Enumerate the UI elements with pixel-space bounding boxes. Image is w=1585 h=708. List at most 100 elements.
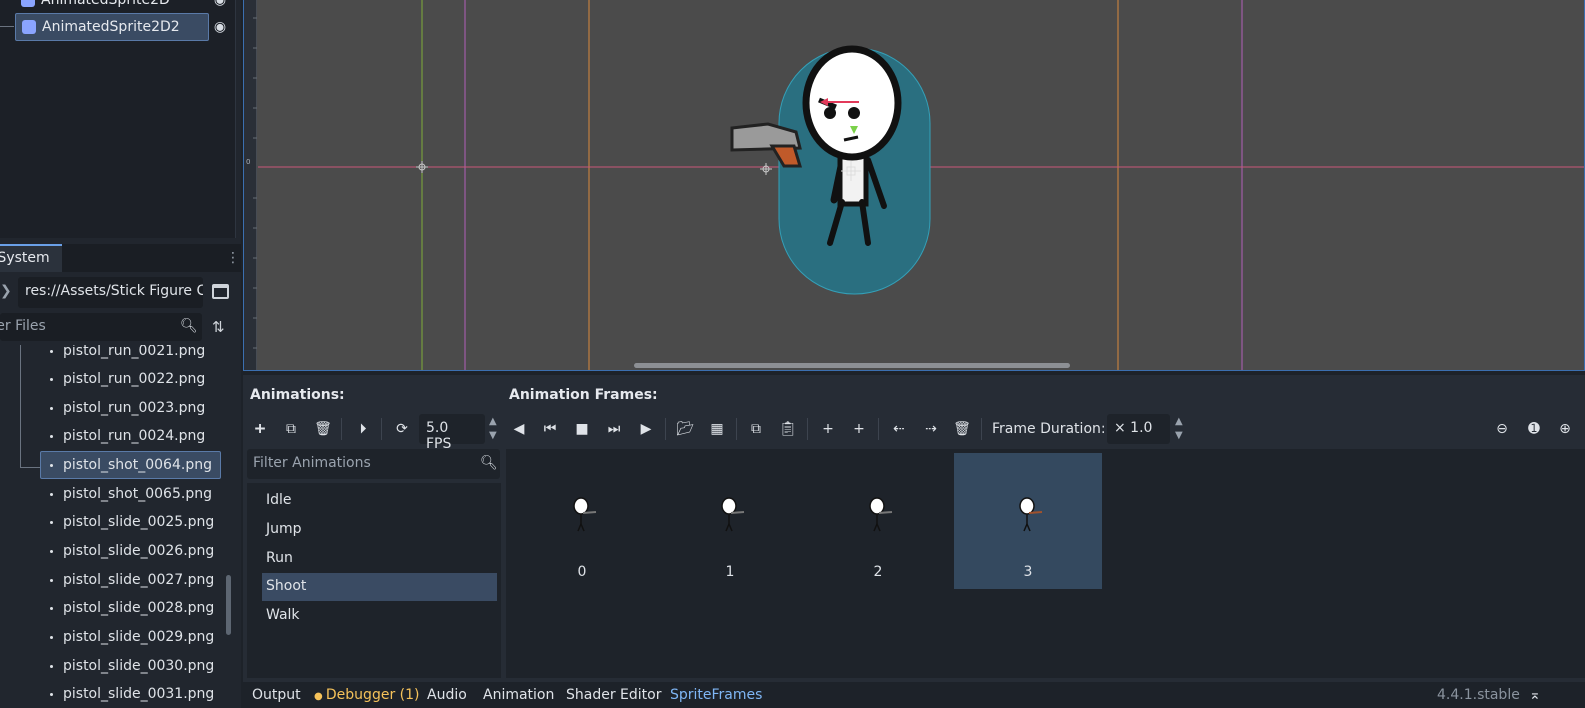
tab-audio[interactable]: Audio xyxy=(427,687,467,703)
autoplay-on-load-icon[interactable]: ⏵ xyxy=(352,418,374,440)
left-dock: AnimatedSprite2D ◉ AnimatedSprite2D2 ◉ F… xyxy=(0,0,241,708)
play-backwards-icon[interactable]: ◀ xyxy=(508,418,530,440)
animations-title: Animations: xyxy=(250,387,345,403)
file-item[interactable]: pistol_run_0022.png xyxy=(40,365,221,393)
toolbar-separator xyxy=(381,418,382,440)
canvas-viewport[interactable]: 0 xyxy=(243,0,1585,371)
frame-item-selected[interactable]: 3 xyxy=(954,453,1102,589)
frame-item[interactable]: 2 xyxy=(804,453,952,589)
file-name: pistol_shot_0064.png xyxy=(63,457,212,473)
file-item[interactable]: pistol_shot_0065.png xyxy=(40,480,221,508)
filter-files-input[interactable]: Filter Files xyxy=(0,313,202,341)
path-input[interactable]: res://Assets/Stick Figure C xyxy=(18,277,203,308)
file-item[interactable]: pistol_run_0024.png xyxy=(40,422,221,450)
tree-item-label: AnimatedSprite2D2 xyxy=(42,19,180,35)
frame-item[interactable]: 0 xyxy=(508,453,656,589)
move-frame-left-icon[interactable]: ⇠ xyxy=(888,418,910,440)
animation-list: Idle Jump Run Shoot Walk xyxy=(247,483,501,678)
file-name: pistol_slide_0026.png xyxy=(63,543,215,559)
file-name: pistol_run_0021.png xyxy=(63,345,206,359)
file-item[interactable]: pistol_run_0023.png xyxy=(40,394,221,422)
toggle-split-view-icon[interactable] xyxy=(212,284,229,299)
add-from-sprite-sheet-icon[interactable]: ▦ xyxy=(706,418,728,440)
ruler-ticks xyxy=(253,17,257,349)
play-backwards-from-end-icon[interactable]: ⏮ xyxy=(539,418,561,440)
chevron-right-icon[interactable]: ❯ xyxy=(0,283,12,299)
frame-thumbnail xyxy=(869,497,893,532)
tab-filesystem-label: FileSystem xyxy=(0,250,50,266)
fps-spinbox[interactable]: 5.0 FPS xyxy=(419,414,485,452)
file-list-scrollbar[interactable] xyxy=(226,575,231,635)
viewport-horizontal-scrollbar[interactable] xyxy=(634,363,1070,368)
kebab-menu-icon[interactable]: ⋮ xyxy=(226,250,240,266)
file-item[interactable]: pistol_slide_0025.png xyxy=(40,508,221,536)
chevron-up-icon[interactable]: ▲ xyxy=(489,416,497,427)
sort-icon[interactable]: ⇅ xyxy=(212,318,225,336)
frame-duration-spinbox[interactable]: × 1.0 xyxy=(1107,414,1170,444)
insert-empty-before-icon[interactable]: + xyxy=(817,418,839,440)
visibility-eye-icon[interactable]: ◉ xyxy=(212,0,228,8)
scene-tree: AnimatedSprite2D ◉ AnimatedSprite2D2 ◉ xyxy=(0,0,236,238)
file-item[interactable]: pistol_slide_0030.png xyxy=(40,652,221,680)
filter-animations-input[interactable]: Filter Animations xyxy=(247,449,500,479)
file-item[interactable]: pistol_slide_0027.png xyxy=(40,566,221,594)
loop-icon[interactable]: ⟳ xyxy=(391,418,413,440)
animation-item-jump[interactable]: Jump xyxy=(262,516,497,544)
play-icon[interactable]: ▶ xyxy=(635,418,657,440)
file-name: pistol_slide_0025.png xyxy=(63,514,215,530)
stop-icon[interactable]: ■ xyxy=(571,418,593,440)
tab-shader-editor[interactable]: Shader Editor xyxy=(566,687,661,703)
tree-item-animatedsprite2d[interactable]: AnimatedSprite2D xyxy=(15,0,209,14)
file-item[interactable]: pistol_slide_0026.png xyxy=(40,537,221,565)
chevron-down-icon[interactable]: ▼ xyxy=(1175,430,1183,441)
paste-frame-icon[interactable]: 📋︎ xyxy=(777,418,799,440)
move-frame-right-icon[interactable]: ⇢ xyxy=(920,418,942,440)
file-item[interactable]: pistol_slide_0029.png xyxy=(40,623,221,651)
tab-spriteframes[interactable]: SpriteFrames xyxy=(670,687,762,703)
duplicate-animation-icon[interactable]: ⧉ xyxy=(280,418,302,440)
play-from-start-icon[interactable]: ⏭ xyxy=(603,418,625,440)
file-name: pistol_run_0024.png xyxy=(63,428,206,444)
file-icon xyxy=(50,492,53,496)
file-list: pistol_run_0021.png pistol_run_0022.png … xyxy=(0,345,232,708)
pin-panel-icon[interactable]: ⌅ xyxy=(1529,687,1541,703)
animation-item-shoot[interactable]: Shoot xyxy=(262,573,497,601)
file-icon xyxy=(50,664,53,668)
visibility-eye-icon[interactable]: ◉ xyxy=(212,19,228,35)
insert-empty-after-icon[interactable]: + xyxy=(848,418,870,440)
load-from-file-icon[interactable]: 📂︎ xyxy=(674,418,696,440)
frame-item[interactable]: 1 xyxy=(656,453,804,589)
search-icon: 🔍︎ xyxy=(180,318,198,334)
delete-animation-icon[interactable]: 🗑︎ xyxy=(312,418,334,440)
frame-index: 3 xyxy=(1023,564,1033,580)
file-icon xyxy=(50,635,53,639)
file-name: pistol_slide_0031.png xyxy=(63,686,215,702)
add-animation-icon[interactable]: ➕︎ xyxy=(249,418,271,440)
file-item-selected[interactable]: pistol_shot_0064.png xyxy=(40,451,221,479)
zoom-reset-icon[interactable]: ➊ xyxy=(1523,418,1545,440)
file-name: pistol_shot_0065.png xyxy=(63,486,212,502)
file-item[interactable]: pistol_slide_0028.png xyxy=(40,594,221,622)
zoom-out-icon[interactable]: ⊖ xyxy=(1491,418,1513,440)
tab-filesystem[interactable]: FileSystem xyxy=(0,244,62,272)
filesystem-tab-bar: FileSystem ⋮ xyxy=(0,244,241,272)
zoom-in-icon[interactable]: ⊕ xyxy=(1554,418,1576,440)
file-item[interactable]: pistol_slide_0031.png xyxy=(40,680,221,708)
frame-thumbnail xyxy=(573,497,597,532)
tree-connector xyxy=(20,345,21,468)
animation-item-idle[interactable]: Idle xyxy=(262,487,497,515)
delete-frame-icon[interactable]: 🗑︎ xyxy=(951,418,973,440)
tree-item-animatedsprite2d2[interactable]: AnimatedSprite2D2 xyxy=(15,13,209,41)
animation-item-walk[interactable]: Walk xyxy=(262,602,497,630)
chevron-up-icon[interactable]: ▲ xyxy=(1175,416,1183,427)
file-item[interactable]: pistol_run_0021.png xyxy=(40,345,221,365)
toolbar-separator xyxy=(807,418,808,440)
animation-item-run[interactable]: Run xyxy=(262,545,497,573)
tab-output[interactable]: Output xyxy=(252,687,301,703)
tab-debugger[interactable]: ● Debugger (1) xyxy=(314,687,419,703)
chevron-down-icon[interactable]: ▼ xyxy=(489,430,497,441)
file-icon xyxy=(50,377,53,381)
copy-frame-icon[interactable]: ⧉ xyxy=(745,418,767,440)
frame-duration-label: Frame Duration: xyxy=(992,421,1106,437)
tab-animation[interactable]: Animation xyxy=(483,687,554,703)
